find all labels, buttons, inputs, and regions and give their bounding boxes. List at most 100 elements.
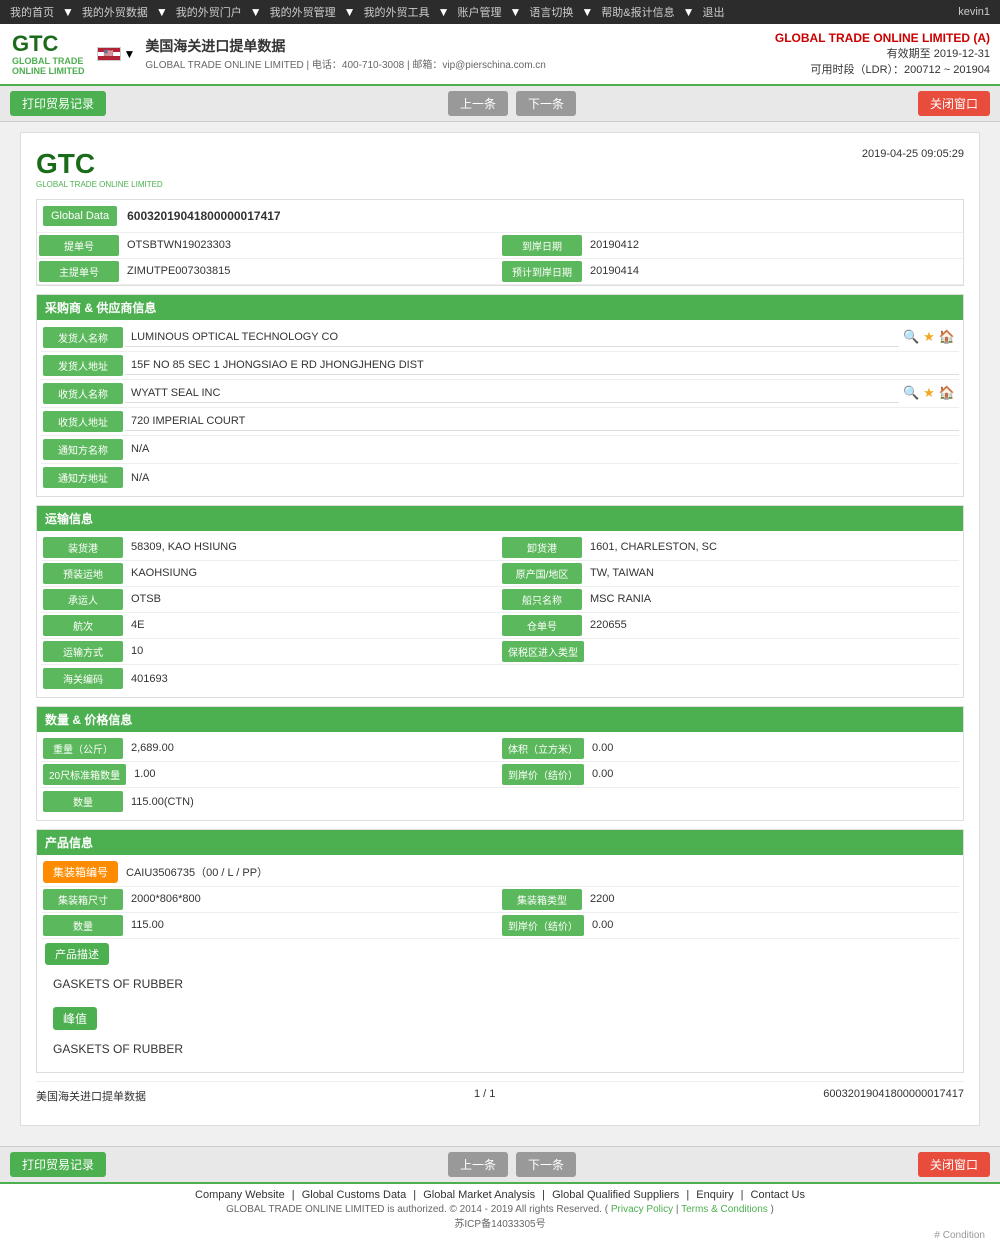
nav-export-portal[interactable]: 我的外贸门户 [176,4,242,20]
consignee-home-icon[interactable]: 🏠 [939,385,955,401]
nav-tools[interactable]: 我的外贸工具 [364,4,430,20]
product-desc-button[interactable]: 产品描述 [45,943,109,965]
footer-company-website[interactable]: Company Website [195,1189,285,1201]
next-button-top[interactable]: 下一条 [516,91,576,116]
search-icon[interactable]: 🔍 [903,329,919,345]
discharge-port-label: 卸货港 [502,537,582,558]
page-footer: Company Website | Global Customs Data | … [0,1182,1000,1246]
nav-home[interactable]: 我的首页 [10,4,54,20]
flag-selector[interactable]: 🇺🇸 ▼ [97,47,136,61]
shipper-section-title: 采购商 & 供应商信息 [37,295,963,320]
discharge-port-value: 1601, CHARLESTON, SC [584,538,723,556]
peak-value: GASKETS OF RUBBER [45,1034,955,1064]
est-arrival-value: 20190414 [584,262,645,280]
transport-mode-label: 运输方式 [43,641,123,662]
bill-label: 提单号 [39,235,119,256]
shipper-name-label: 发货人名称 [43,327,123,348]
quantity-section: 数量 & 价格信息 重量（公斤） 2,689.00 体积（立方米） 0.00 2… [36,706,964,821]
bottom-toolbar: 打印贸易记录 上一条 下一条 关闭窗口 [0,1146,1000,1182]
nav-help[interactable]: 帮助&报计信息 [601,4,674,20]
peak-label[interactable]: 峰值 [53,1007,97,1030]
loading-port-row: 装货港 58309, KAO HSIUNG [41,535,500,561]
master-bill-value: ZIMUTPE007303815 [121,262,236,280]
star-icon[interactable]: ★ [923,329,935,345]
container-type-row: 集装箱类型 2200 [500,887,959,913]
footer-customs-data[interactable]: Global Customs Data [302,1189,407,1201]
consignee-star-icon[interactable]: ★ [923,385,935,401]
consignee-name-row: 收货人名称 WYATT SEAL INC 🔍 ★ 🏠 [41,380,959,408]
product-desc-value: GASKETS OF RUBBER [45,969,955,999]
header-left: GTC GLOBAL TRADEONLINE LIMITED 🇺🇸 ▼ 美国海关… [10,29,546,79]
carrier-value: OTSB [125,590,167,608]
voyage-label: 航次 [43,615,123,636]
footer-market-analysis[interactable]: Global Market Analysis [423,1189,535,1201]
origin-label: 原产国/地区 [502,563,582,584]
nav-account[interactable]: 账户管理 [457,4,501,20]
notify-name-label: 通知方名称 [43,439,123,460]
navigation-buttons: 上一条 下一条 [448,91,576,116]
notify-name-row: 通知方名称 N/A [41,436,959,464]
home-icon[interactable]: 🏠 [939,329,955,345]
shipper-name-value: LUMINOUS OPTICAL TECHNOLOGY CO [125,328,899,347]
footer-terms[interactable]: Terms & Conditions [681,1204,768,1215]
est-arrival-label: 预计到岸日期 [502,261,582,282]
doc-record-id: 60032019041800000017417 [823,1088,964,1104]
page-header: GTC GLOBAL TRADEONLINE LIMITED 🇺🇸 ▼ 美国海关… [0,24,1000,86]
footer-privacy[interactable]: Privacy Policy [611,1204,673,1215]
weight-label: 重量（公斤） [43,738,123,759]
nav-links: 我的首页 ▼ 我的外贸数据 ▼ 我的外贸门户 ▼ 我的外贸管理 ▼ 我的外贸工具… [10,4,724,20]
prev-button-top[interactable]: 上一条 [448,91,508,116]
container-type-label: 集装箱类型 [502,889,582,910]
consignee-name-value: WYATT SEAL INC [125,384,899,403]
transport-section-title: 运输信息 [37,506,963,531]
weight-row: 重量（公斤） 2,689.00 [41,736,500,762]
prev-button-bottom[interactable]: 上一条 [448,1152,508,1177]
container-no-label[interactable]: 集装箱编号 [43,861,118,883]
origin-value: TW, TAIWAN [584,564,660,582]
footer-suppliers[interactable]: Global Qualified Suppliers [552,1189,679,1201]
container-size-value: 2000*806*800 [125,890,207,908]
print-record-button-bottom[interactable]: 打印贸易记录 [10,1152,106,1177]
nav-import-data[interactable]: 我的外贸数据 [82,4,148,20]
container20-value: 1.00 [128,765,161,783]
shipper-addr-value: 15F NO 85 SEC 1 JHONGSIAO E RD JHONGJHEN… [125,356,959,375]
nav-language[interactable]: 语言切换 [529,4,573,20]
vessel-label: 船只名称 [502,589,582,610]
footer-contact[interactable]: Contact Us [751,1189,805,1201]
manifest-label: 仓单号 [502,615,582,636]
shipper-content: 发货人名称 LUMINOUS OPTICAL TECHNOLOGY CO 🔍 ★… [37,320,963,496]
nav-trade-manage[interactable]: 我的外贸管理 [270,4,336,20]
close-button-top[interactable]: 关闭窗口 [918,91,990,116]
doc-logo: GTC GLOBAL TRADE ONLINE LIMITED [36,148,163,189]
top-toolbar: 打印贸易记录 上一条 下一条 关闭窗口 [0,86,1000,122]
validity-info: 有效期至 2019-12-31 [775,45,990,61]
footer-enquiry[interactable]: Enquiry [696,1189,733,1201]
header-title-area: 美国海关进口提单数据 GLOBAL TRADE ONLINE LIMITED |… [145,36,545,71]
shipper-addr-label: 发货人地址 [43,355,123,376]
bonded-value [586,648,598,654]
doc-source: 美国海关进口提单数据 [36,1088,146,1104]
arrival-date-row: 到岸日期 20190412 [500,233,963,259]
discharge-port-row: 卸货港 1601, CHARLESTON, SC [500,535,959,561]
transport-mode-value: 10 [125,642,149,660]
consignee-search-icon[interactable]: 🔍 [903,385,919,401]
volume-row: 体积（立方米） 0.00 [500,736,959,762]
footer-links: Company Website | Global Customs Data | … [5,1189,995,1201]
shipper-actions: 🔍 ★ 🏠 [899,325,959,349]
origin-row: 原产国/地区 TW, TAIWAN [500,561,959,587]
loading-port-value: 58309, KAO HSIUNG [125,538,243,556]
price-value: 0.00 [586,765,619,783]
nav-logout[interactable]: 退出 [702,4,724,20]
product-price-value: 0.00 [586,916,619,934]
quantity-grid: 重量（公斤） 2,689.00 体积（立方米） 0.00 20尺标准箱数量 1.… [41,736,959,788]
bonded-row: 保税区进入类型 [500,639,959,665]
global-data-label: Global Data [43,206,117,226]
next-button-bottom[interactable]: 下一条 [516,1152,576,1177]
main-content: GTC GLOBAL TRADE ONLINE LIMITED 2019-04-… [0,122,1000,1146]
page-title: 美国海关进口提单数据 [145,36,545,56]
product-section: 产品信息 集装箱编号 CAIU3506735（00 / L / PP） 集装箱尺… [36,829,964,1073]
close-button-bottom[interactable]: 关闭窗口 [918,1152,990,1177]
bill-numbers-grid: 提单号 OTSBTWN19023303 到岸日期 20190412 主提单号 Z… [37,233,963,285]
global-data-value: 60032019041800000017417 [119,205,289,227]
print-record-button-top[interactable]: 打印贸易记录 [10,91,106,116]
